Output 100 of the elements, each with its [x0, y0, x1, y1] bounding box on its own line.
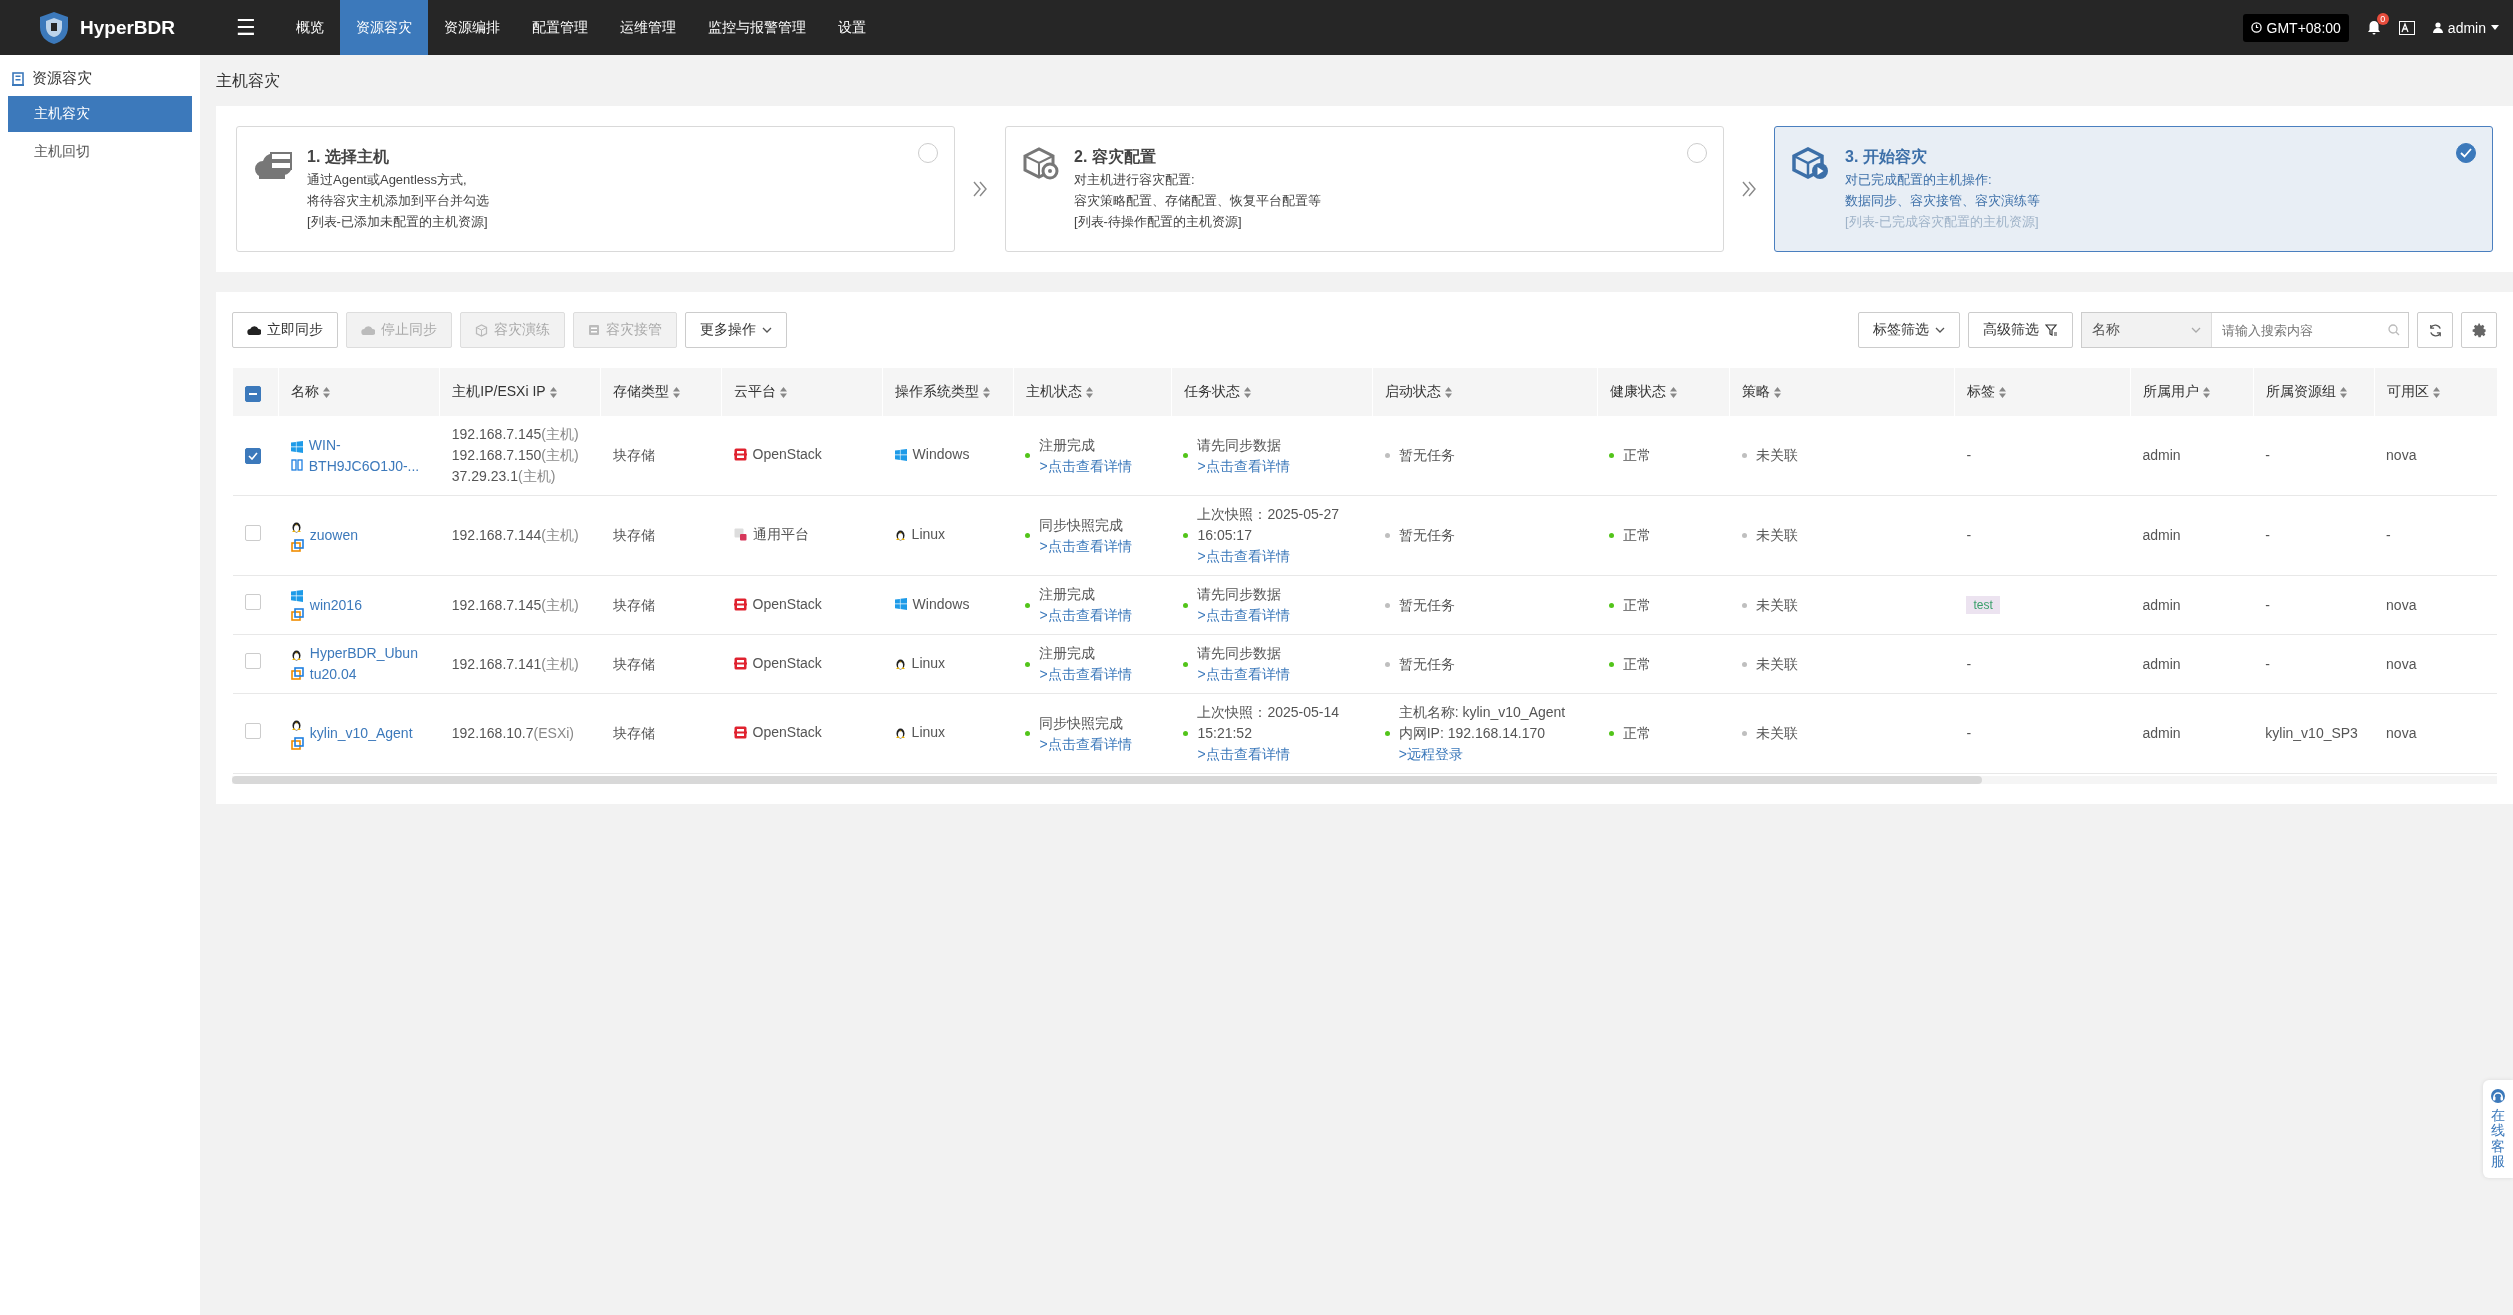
resource-group: kylin_v10_SP3: [2265, 725, 2358, 741]
nav-tab[interactable]: 设置: [821, 0, 882, 55]
sort-icon[interactable]: [323, 386, 331, 398]
host-name-link[interactable]: zuowen: [309, 525, 359, 546]
details-link[interactable]: >点击查看详情: [1197, 548, 1290, 564]
details-link[interactable]: >点击查看详情: [1039, 537, 1132, 554]
nav-tab[interactable]: 监控与报警管理: [691, 0, 822, 55]
column-settings-button[interactable]: [2461, 312, 2497, 348]
column-header[interactable]: 健康状态: [1609, 383, 1666, 401]
details-link[interactable]: >远程登录: [1398, 746, 1463, 762]
storage-type: 块存储: [612, 596, 655, 613]
os-type: Windows: [912, 445, 970, 465]
row-checkbox[interactable]: [244, 524, 261, 541]
sort-icon[interactable]: [1243, 386, 1251, 398]
sort-icon[interactable]: [673, 386, 681, 398]
details-link[interactable]: >点击查看详情: [1039, 666, 1132, 682]
step-description: 将待容灾主机添加到平台并勾选: [307, 192, 489, 210]
cloud-platform: OpenStack: [752, 653, 822, 673]
task-status: 上次快照：2025-05-27: [1197, 505, 1340, 524]
nav-tab[interactable]: 资源容灾: [339, 0, 428, 55]
alarm-icon[interactable]: [2366, 20, 2381, 35]
user-icon: [2432, 22, 2443, 33]
column-header[interactable]: 任务状态: [1183, 383, 1240, 401]
health-status: 正常: [1623, 526, 1652, 545]
host-name-link[interactable]: kylin_v10_Agent: [309, 723, 413, 744]
sort-icon[interactable]: [1774, 386, 1782, 398]
sort-icon[interactable]: [549, 386, 557, 398]
column-header[interactable]: 所属用户: [2143, 383, 2199, 401]
column-header[interactable]: 存储类型: [613, 383, 670, 401]
column-header[interactable]: 策略: [1742, 383, 1771, 401]
sidebar-section-title: 资源容灾: [32, 69, 92, 88]
nav-tab[interactable]: 配置管理: [515, 0, 604, 55]
column-header[interactable]: 标签: [1966, 383, 1995, 401]
step-card[interactable]: 1. 选择主机 通过Agent或Agentless方式, 将待容灾主机添加到平台并勾选 [列表-已添加未配置的主机资源]: [236, 126, 955, 252]
sort-icon[interactable]: [2432, 386, 2440, 398]
column-header[interactable]: 名称: [291, 383, 320, 401]
nav-tab[interactable]: 运维管理: [603, 0, 692, 55]
host-name-link[interactable]: WIN- BTH9JC6O1J0-...: [308, 434, 420, 477]
step-radio[interactable]: [2456, 143, 2476, 163]
sort-icon[interactable]: [1085, 386, 1093, 398]
sort-icon[interactable]: [1445, 386, 1453, 398]
owner-user: admin: [2142, 596, 2181, 613]
step-card[interactable]: 3. 开始容灾 对已完成配置的主机操作: 数据同步、容灾接管、容灾演练等 [列表-已完成容灾配置的主机资源]: [1774, 126, 2493, 252]
column-header[interactable]: 云平台: [734, 383, 777, 401]
details-link[interactable]: >点击查看详情: [1197, 457, 1290, 474]
sidebar-item[interactable]: 主机回切: [8, 134, 192, 170]
task-status: 请先同步数据: [1197, 644, 1283, 663]
host-status: 注册完成: [1039, 644, 1097, 663]
search-field-select[interactable]: 名称: [2082, 313, 2212, 347]
column-header[interactable]: 启动状态: [1385, 383, 1442, 401]
sort-icon[interactable]: [2203, 386, 2210, 398]
policy-status: 未关联: [1755, 724, 1798, 743]
step-card[interactable]: 2. 容灾配置 对主机进行容灾配置: 容灾策略配置、存储配置、恢复平台配置等 [列表-待操作配置的主机资源]: [1005, 126, 1724, 252]
details-link[interactable]: >点击查看详情: [1197, 666, 1290, 682]
menu-button[interactable]: ☰: [236, 14, 256, 41]
ip-address: 192.168.7.141(主机): [451, 654, 580, 674]
action-button[interactable]: 立即同步: [232, 312, 338, 348]
details-link[interactable]: >点击查看详情: [1039, 735, 1132, 752]
timezone-button[interactable]: GMT+08:00: [2242, 13, 2349, 42]
availability-zone: -: [2386, 527, 2391, 543]
owner-user: admin: [2142, 655, 2181, 672]
details-link[interactable]: >点击查看详情: [1197, 746, 1290, 762]
sort-icon[interactable]: [2339, 386, 2347, 398]
column-header[interactable]: 主机状态: [1025, 383, 1082, 401]
task-status: 上次快照：2025-05-14: [1197, 703, 1340, 722]
select-all-checkbox[interactable]: [245, 386, 261, 402]
os-type: Windows: [912, 594, 970, 614]
step-description: 数据同步、容灾接管、容灾演练等: [1845, 192, 2040, 210]
host-name-link[interactable]: win2016: [309, 594, 362, 616]
owner-user: admin: [2142, 725, 2181, 741]
advanced-filter-button[interactable]: 高级筛选: [1968, 312, 2073, 348]
details-link[interactable]: >点击查看详情: [1039, 457, 1132, 474]
step-description: 容灾策略配置、存储配置、恢复平台配置等: [1074, 192, 1321, 210]
cloud-platform: OpenStack: [752, 723, 822, 742]
tag-filter-dropdown[interactable]: 标签筛选: [1858, 312, 1960, 348]
sort-icon[interactable]: [1998, 386, 2006, 398]
row-checkbox[interactable]: [244, 722, 261, 739]
penguin-icon: [894, 726, 906, 739]
details-link[interactable]: >点击查看详情: [1039, 607, 1132, 623]
user-menu[interactable]: admin: [2432, 19, 2499, 36]
horizontal-scrollbar[interactable]: [232, 776, 1982, 784]
nav-tab[interactable]: 资源编排: [427, 0, 516, 55]
details-link[interactable]: >点击查看详情: [1197, 607, 1290, 623]
row-checkbox[interactable]: [244, 594, 261, 610]
sort-icon[interactable]: [1669, 386, 1677, 398]
column-header[interactable]: 可用区: [2386, 383, 2429, 401]
openstack-icon: [733, 726, 747, 739]
search-icon[interactable]: [2388, 324, 2400, 336]
font-icon[interactable]: [2398, 20, 2415, 35]
online-support-widget[interactable]: 在线客服: [2483, 1080, 2513, 1178]
sort-icon[interactable]: [780, 386, 788, 398]
nav-tab[interactable]: 概览: [279, 0, 340, 55]
refresh-button[interactable]: [2417, 312, 2453, 348]
sort-icon[interactable]: [983, 386, 991, 398]
host-name-link[interactable]: HyperBDR_Ubun tu20.04: [309, 643, 418, 685]
sidebar-item[interactable]: 主机容灾: [8, 96, 192, 132]
row-checkbox[interactable]: [244, 653, 261, 669]
row-checkbox[interactable]: [244, 448, 261, 464]
more-actions-dropdown[interactable]: 更多操作: [685, 312, 787, 348]
stacked-squares-icon: [290, 667, 304, 680]
